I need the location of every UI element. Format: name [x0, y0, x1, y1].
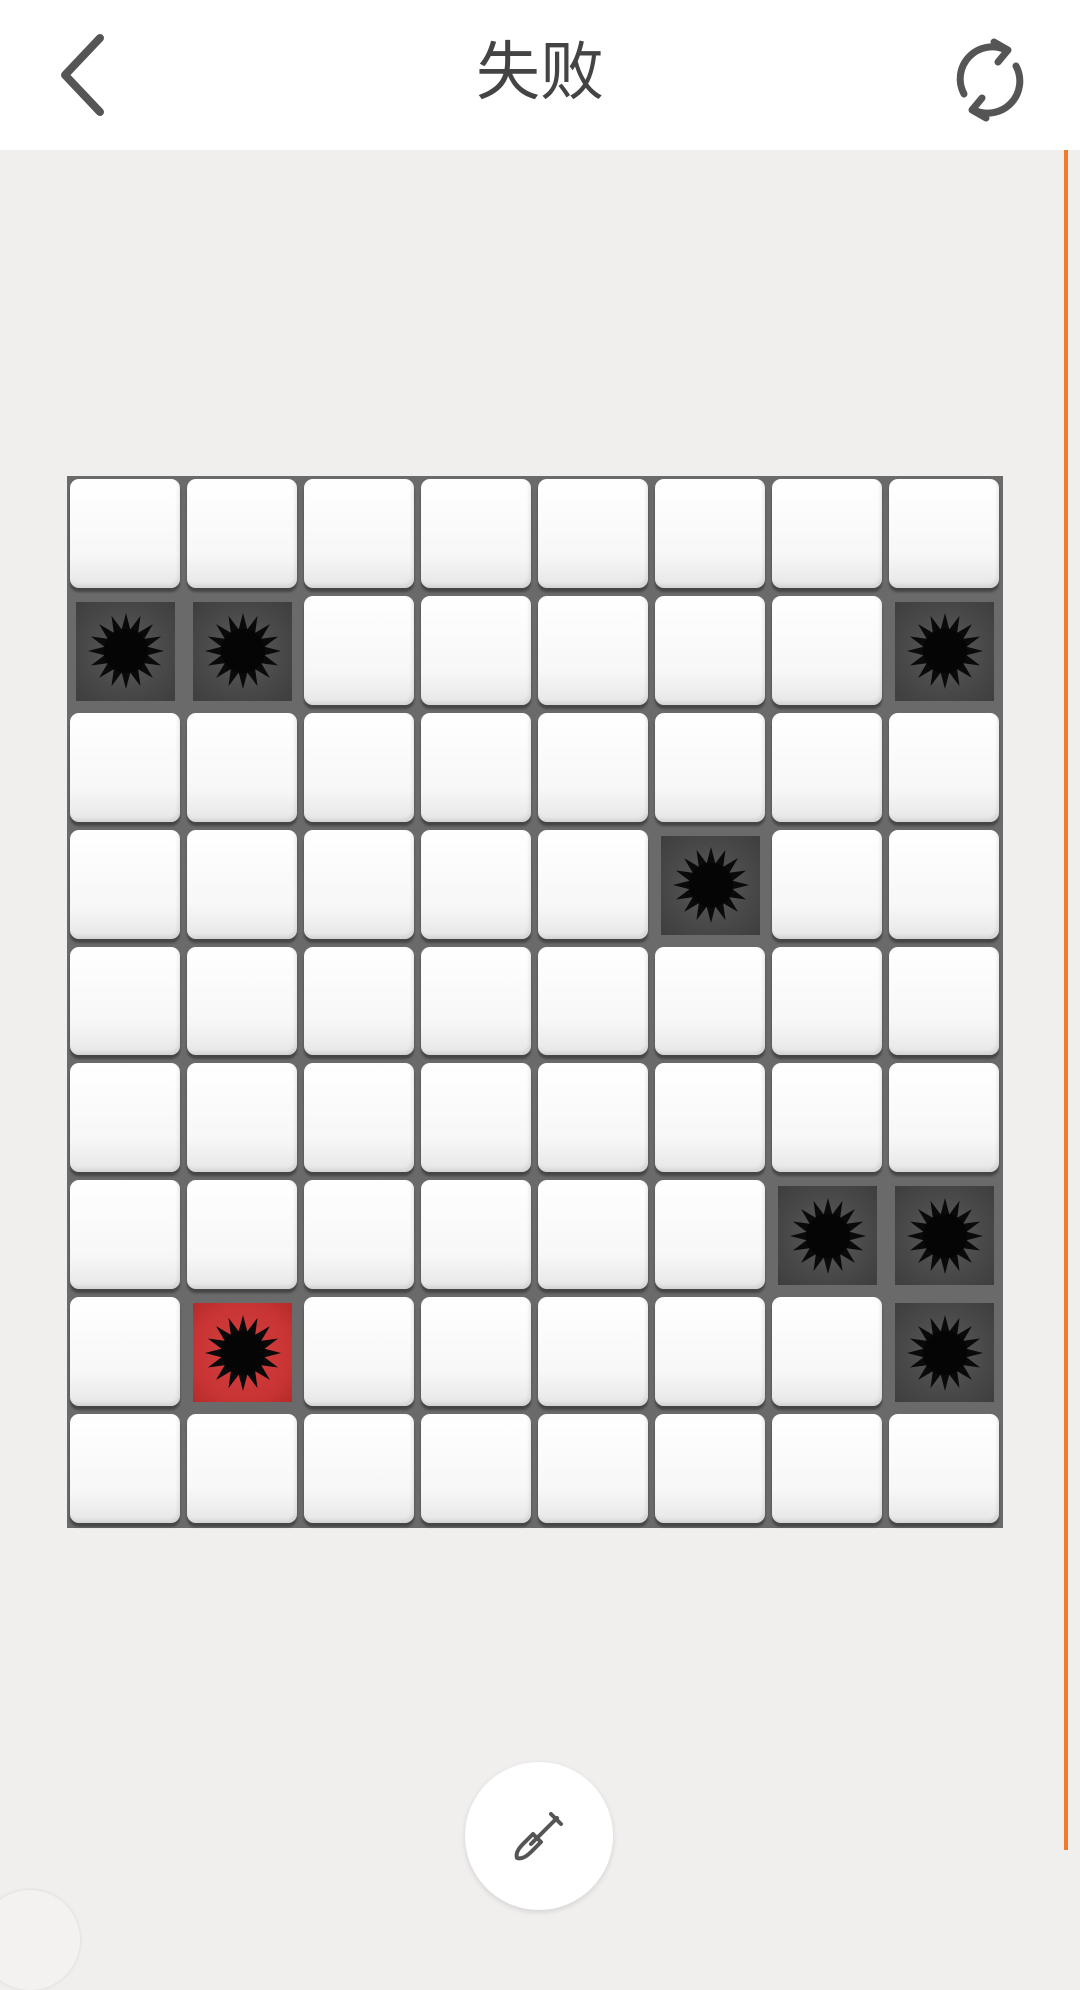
covered-cell[interactable]	[535, 944, 652, 1061]
covered-cell[interactable]	[418, 1411, 535, 1528]
restart-button[interactable]	[940, 30, 1040, 130]
covered-cell[interactable]	[535, 476, 652, 593]
covered-cell[interactable]	[301, 710, 418, 827]
covered-cell[interactable]	[535, 1294, 652, 1411]
covered-cell[interactable]	[535, 593, 652, 710]
covered-cell[interactable]	[652, 944, 769, 1061]
covered-cell[interactable]	[652, 476, 769, 593]
covered-cell[interactable]	[886, 1411, 1003, 1528]
covered-cell[interactable]	[67, 476, 184, 593]
covered-cell[interactable]	[184, 710, 301, 827]
covered-cell[interactable]	[301, 593, 418, 710]
covered-cell[interactable]	[418, 476, 535, 593]
covered-cell[interactable]	[769, 827, 886, 944]
covered-cell[interactable]	[769, 476, 886, 593]
covered-cell[interactable]	[184, 476, 301, 593]
top-bar: 失败	[0, 0, 1080, 150]
mine-icon	[87, 613, 164, 690]
mine-icon	[204, 1314, 281, 1391]
covered-cell[interactable]	[301, 827, 418, 944]
dig-mode-button[interactable]	[465, 1762, 613, 1910]
covered-cell[interactable]	[301, 1411, 418, 1528]
covered-cell[interactable]	[301, 1177, 418, 1294]
covered-cell[interactable]	[769, 944, 886, 1061]
covered-cell[interactable]	[418, 827, 535, 944]
covered-cell[interactable]	[886, 1060, 1003, 1177]
covered-cell[interactable]	[886, 827, 1003, 944]
refresh-icon	[956, 38, 1024, 122]
covered-cell[interactable]	[418, 593, 535, 710]
covered-cell[interactable]	[535, 1060, 652, 1177]
mine-cell	[652, 827, 769, 944]
covered-cell[interactable]	[67, 1294, 184, 1411]
game-board	[67, 476, 1003, 1528]
mine-icon	[906, 1197, 983, 1274]
covered-cell[interactable]	[418, 1294, 535, 1411]
side-scroll-indicator	[1064, 150, 1068, 1850]
mine-icon	[906, 613, 983, 690]
covered-cell[interactable]	[67, 827, 184, 944]
covered-cell[interactable]	[418, 1177, 535, 1294]
covered-cell[interactable]	[886, 476, 1003, 593]
mine-icon	[789, 1197, 866, 1274]
corner-decoration	[0, 1890, 80, 1990]
covered-cell[interactable]	[652, 1060, 769, 1177]
covered-cell[interactable]	[652, 710, 769, 827]
mine-cell	[886, 593, 1003, 710]
covered-cell[interactable]	[886, 944, 1003, 1061]
covered-cell[interactable]	[67, 1177, 184, 1294]
covered-cell[interactable]	[301, 1294, 418, 1411]
covered-cell[interactable]	[652, 593, 769, 710]
covered-cell[interactable]	[184, 1177, 301, 1294]
covered-cell[interactable]	[418, 710, 535, 827]
exploded-mine-cell	[184, 1294, 301, 1411]
covered-cell[interactable]	[67, 1411, 184, 1528]
page-title: 失败	[476, 36, 604, 110]
covered-cell[interactable]	[184, 1060, 301, 1177]
covered-cell[interactable]	[301, 476, 418, 593]
shovel-icon	[514, 1812, 563, 1861]
covered-cell[interactable]	[535, 1411, 652, 1528]
mine-cell	[184, 593, 301, 710]
mine-icon	[906, 1314, 983, 1391]
covered-cell[interactable]	[418, 944, 535, 1061]
mine-cell	[67, 593, 184, 710]
mine-icon	[204, 613, 281, 690]
covered-cell[interactable]	[418, 1060, 535, 1177]
covered-cell[interactable]	[652, 1294, 769, 1411]
covered-cell[interactable]	[301, 1060, 418, 1177]
covered-cell[interactable]	[67, 710, 184, 827]
covered-cell[interactable]	[769, 710, 886, 827]
covered-cell[interactable]	[67, 944, 184, 1061]
covered-cell[interactable]	[301, 944, 418, 1061]
covered-cell[interactable]	[67, 1060, 184, 1177]
covered-cell[interactable]	[769, 1060, 886, 1177]
covered-cell[interactable]	[886, 710, 1003, 827]
covered-cell[interactable]	[184, 827, 301, 944]
covered-cell[interactable]	[769, 593, 886, 710]
covered-cell[interactable]	[652, 1411, 769, 1528]
mine-cell	[886, 1294, 1003, 1411]
mine-cell	[769, 1177, 886, 1294]
covered-cell[interactable]	[652, 1177, 769, 1294]
covered-cell[interactable]	[184, 944, 301, 1061]
mine-cell	[886, 1177, 1003, 1294]
covered-cell[interactable]	[535, 1177, 652, 1294]
mine-icon	[672, 847, 749, 924]
covered-cell[interactable]	[535, 710, 652, 827]
covered-cell[interactable]	[769, 1294, 886, 1411]
covered-cell[interactable]	[535, 827, 652, 944]
covered-cell[interactable]	[184, 1411, 301, 1528]
covered-cell[interactable]	[769, 1411, 886, 1528]
